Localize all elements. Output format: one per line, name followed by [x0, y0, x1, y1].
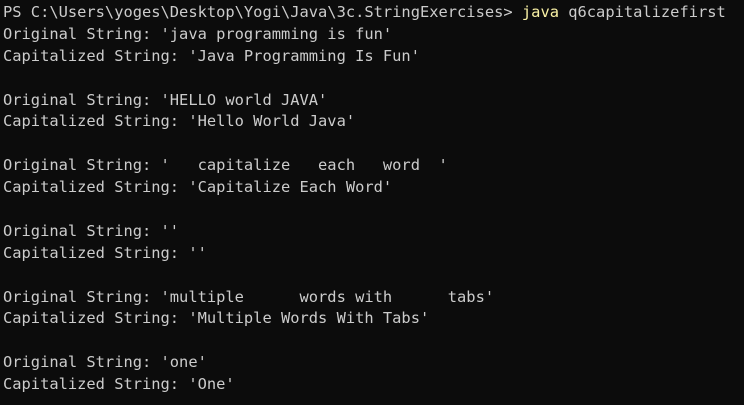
output-line: Capitalized String: 'One' — [3, 375, 235, 394]
command-argument: q6capitalizefirst — [558, 3, 726, 21]
output-line: Original String: '' — [3, 221, 180, 240]
prompt-line: PS C:\Users\yoges\Desktop\Yogi\Java\3c.S… — [3, 2, 744, 24]
terminal-window[interactable]: PS C:\Users\yoges\Desktop\Yogi\Java\3c.S… — [0, 0, 744, 405]
output-line: Original String: 'java programming is fu… — [3, 24, 393, 43]
output-line: Original String: 'HELLO world JAVA' — [3, 90, 328, 109]
output-line: Capitalized String: 'Capitalize Each Wor… — [3, 178, 393, 197]
prompt-path: PS C:\Users\yoges\Desktop\Yogi\Java\3c.S… — [3, 3, 522, 21]
output-line: Capitalized String: '' — [3, 243, 207, 262]
output-line: Capitalized String: 'Multiple Words With… — [3, 309, 430, 328]
output-line: Capitalized String: 'Java Programming Is… — [3, 46, 420, 65]
output-line: Original String: 'one' — [3, 353, 207, 372]
output-line: Capitalized String: 'Hello World Java' — [3, 112, 356, 131]
output-line: Original String: 'multiple words with ta… — [3, 287, 495, 306]
output-line: Original String: ' capitalize each word … — [3, 156, 448, 175]
command-name: java — [521, 3, 559, 21]
